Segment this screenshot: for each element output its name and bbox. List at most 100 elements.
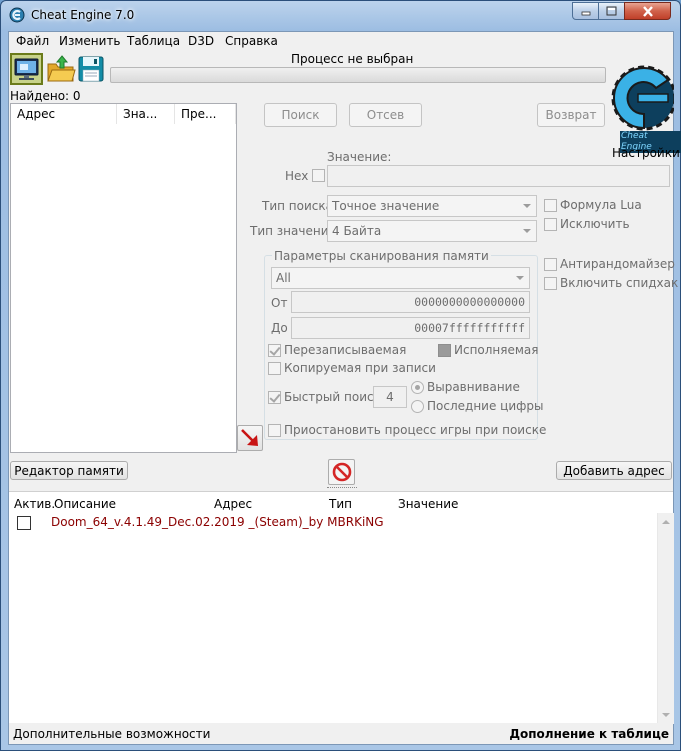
fast-scan-alignment-input[interactable]: 4 (373, 386, 407, 408)
scroll-down-icon[interactable] (658, 708, 674, 722)
value-type-label: Тип значения (250, 224, 336, 238)
scroll-up-icon[interactable] (658, 515, 674, 529)
first-scan-button[interactable]: Поиск (264, 103, 337, 127)
stop-address-input[interactable]: 00007fffffffffff (291, 317, 530, 339)
table-col-active[interactable]: Актив. (14, 497, 55, 511)
lua-formula-checkbox[interactable] (544, 199, 557, 212)
memory-region-value: All (276, 271, 291, 285)
fast-scan-label: Быстрый поиск (284, 390, 381, 404)
table-col-description[interactable]: Описание (54, 497, 116, 511)
copy-on-write-label: Копируемая при записи (284, 361, 436, 375)
memory-view-button[interactable]: Редактор памяти (10, 461, 128, 480)
alignment-radio[interactable] (411, 381, 424, 394)
fast-scan-alignment-value: 4 (386, 390, 394, 404)
chevron-down-icon (523, 204, 531, 208)
active-checkbox[interactable] (17, 516, 31, 530)
memory-scan-title: Параметры сканирования памяти (272, 249, 491, 263)
stop-button[interactable] (328, 459, 355, 485)
to-label: До (271, 321, 288, 335)
value-input[interactable] (327, 165, 670, 187)
maximize-icon (606, 6, 617, 16)
value-label: Значение: (327, 150, 392, 164)
open-folder-icon (47, 55, 76, 82)
cheat-engine-logo[interactable]: Cheat Engine (610, 52, 681, 153)
unrandomizer-label: Антирандомайзер (560, 257, 675, 271)
open-file-button[interactable] (46, 54, 76, 84)
scan-results-list[interactable]: Адрес Зна... Пре... (10, 103, 237, 453)
value-type-select[interactable]: 4 Байта (327, 220, 537, 242)
table-row[interactable]: Doom_64_v.4.1.49_Dec.02.2019 _(Steam)_by… (9, 514, 657, 532)
pause-game-label: Приостановить процесс игры при поиске (284, 423, 547, 437)
writable-label: Перезаписываемая (284, 343, 407, 357)
found-count-label: Найдено: 0 (10, 89, 81, 103)
menu-edit[interactable]: Изменить (59, 34, 121, 48)
main-client: Файл Изменить Таблица D3D Справка Процес… (8, 31, 681, 745)
alignment-label: Выравнивание (427, 380, 520, 394)
close-button[interactable] (624, 2, 671, 20)
menu-d3d[interactable]: D3D (188, 34, 214, 48)
stop-address-value: 00007fffffffffff (414, 321, 525, 335)
table-col-value[interactable]: Значение (398, 497, 458, 511)
executable-label: Исполняемая (454, 343, 539, 357)
close-icon (642, 5, 653, 17)
scan-progress-bar (110, 67, 606, 83)
results-col-previous[interactable]: Пре... (175, 104, 236, 124)
computer-icon (14, 58, 39, 80)
next-scan-button[interactable]: Отсев (349, 103, 422, 127)
menu-bar: Файл Изменить Таблица D3D Справка (9, 32, 673, 51)
cheat-engine-icon (9, 7, 25, 23)
table-col-address[interactable]: Адрес (214, 497, 252, 511)
memory-region-select[interactable]: All (271, 267, 530, 289)
executable-checkbox[interactable] (438, 344, 451, 357)
no-entry-icon (332, 462, 351, 482)
hex-label: Hex (285, 169, 309, 183)
results-col-value[interactable]: Зна... (117, 104, 175, 124)
fast-scan-checkbox[interactable] (268, 391, 281, 404)
speedhack-label: Включить спидхак (560, 276, 679, 290)
exclude-checkbox[interactable] (544, 218, 557, 231)
unrandomizer-checkbox[interactable] (544, 258, 557, 271)
maximize-button[interactable] (598, 2, 625, 20)
menu-table[interactable]: Таблица (127, 34, 180, 48)
window-title: Cheat Engine 7.0 (31, 8, 135, 22)
app-window: Cheat Engine 7.0 Файл Изменить Таблица D… (0, 0, 681, 751)
minimize-icon (581, 11, 590, 16)
add-address-button[interactable]: Добавить адрес (556, 461, 672, 480)
menu-help[interactable]: Справка (225, 34, 278, 48)
table-scrollbar[interactable] (657, 513, 674, 724)
settings-link[interactable]: Настройки (612, 146, 680, 160)
results-col-address[interactable]: Адрес (11, 104, 117, 124)
table-extras-link[interactable]: Дополнение к таблице (509, 727, 669, 741)
select-process-button[interactable] (10, 53, 43, 85)
start-address-value: 0000000000000000 (414, 295, 525, 309)
exclude-label: Исключить (560, 217, 630, 231)
scan-type-select[interactable]: Точное значение (327, 195, 537, 217)
start-address-input[interactable]: 0000000000000000 (291, 291, 530, 313)
last-digits-label: Последние цифры (427, 399, 544, 413)
splitter-grip[interactable] (327, 487, 357, 490)
pause-game-checkbox[interactable] (268, 424, 281, 437)
add-to-list-button[interactable] (237, 425, 263, 451)
advanced-options-link[interactable]: Дополнительные возможности (13, 727, 210, 741)
save-disk-icon (78, 56, 104, 82)
speedhack-checkbox[interactable] (544, 277, 557, 290)
chevron-down-icon (516, 276, 524, 280)
red-arrow-icon (241, 429, 258, 446)
table-col-type[interactable]: Тип (329, 497, 352, 511)
minimize-button[interactable] (572, 2, 599, 20)
copy-on-write-checkbox[interactable] (268, 362, 281, 375)
lua-formula-label: Формула Lua (560, 198, 642, 212)
from-label: От (271, 296, 288, 310)
menu-file[interactable]: Файл (16, 34, 49, 48)
save-file-button[interactable] (76, 54, 106, 84)
writable-checkbox[interactable] (268, 344, 281, 357)
process-label: Процесс не выбран (291, 52, 414, 66)
chevron-down-icon (523, 229, 531, 233)
hex-checkbox[interactable] (312, 169, 325, 182)
address-table[interactable]: Актив. Описание Адрес Тип Значение Doom_… (9, 491, 674, 724)
title-bar[interactable]: Cheat Engine 7.0 (1, 1, 680, 31)
value-type-value: 4 Байта (332, 224, 382, 238)
scan-type-value: Точное значение (332, 199, 440, 213)
undo-scan-button[interactable]: Возврат (537, 103, 605, 127)
last-digits-radio[interactable] (411, 400, 424, 413)
